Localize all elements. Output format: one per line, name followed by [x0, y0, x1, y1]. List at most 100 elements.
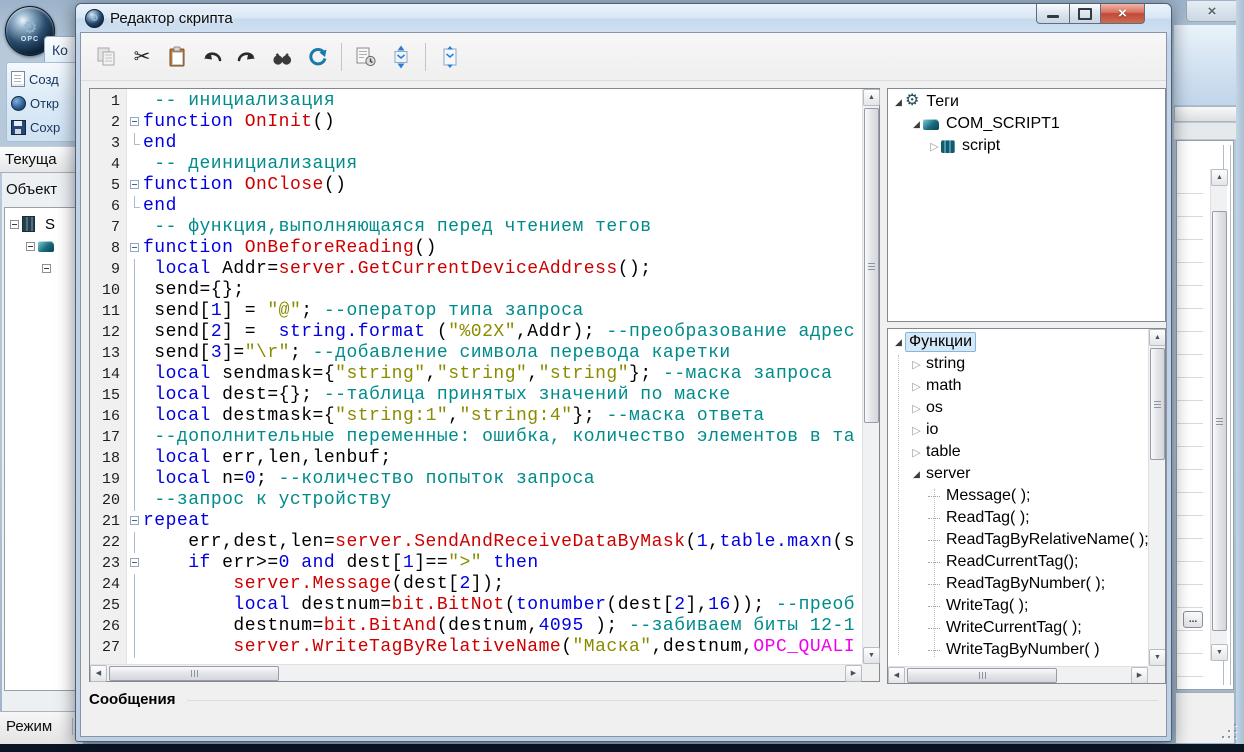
expander-open-icon[interactable]: ◢: [892, 337, 905, 348]
collapse-minus-icon[interactable]: [10, 220, 19, 229]
code-text[interactable]: --дополнительные переменные: ошибка, кол…: [143, 427, 862, 448]
scrollbar-thumb[interactable]: [1150, 348, 1165, 460]
code-line[interactable]: 2function OnInit(): [90, 112, 862, 133]
code-editor[interactable]: 1 -- инициализация2function OnInit()3end…: [89, 88, 880, 682]
code-text[interactable]: destnum=bit.BitAnd(destnum,4095 ); --заб…: [143, 616, 862, 637]
code-line[interactable]: 9 local Addr=server.GetCurrentDeviceAddr…: [90, 259, 862, 280]
code-text[interactable]: send[2] = string.format ("%02X",Addr); -…: [143, 322, 862, 343]
tree-item[interactable]: ◢⚙Теги: [888, 91, 1165, 113]
fold-marker[interactable]: [128, 553, 143, 574]
scrollbar-thumb[interactable]: [864, 108, 879, 423]
code-line[interactable]: 20 --запрос к устройству: [90, 490, 862, 511]
code-line[interactable]: 24 server.Message(dest[2]);: [90, 574, 862, 595]
code-text[interactable]: if err>=0 and dest[1]==">" then: [143, 553, 862, 574]
scrollbar-thumb[interactable]: [1212, 211, 1227, 631]
undo-button[interactable]: [198, 43, 226, 71]
tree-item[interactable]: ReadTagByNumber( );: [888, 573, 1148, 595]
code-text[interactable]: end: [143, 133, 862, 154]
code-line[interactable]: 6end: [90, 196, 862, 217]
tree-item[interactable]: ReadCurrentTag();: [888, 551, 1148, 573]
tree-item[interactable]: ▷os: [888, 397, 1148, 419]
expander-closed-icon[interactable]: ▷: [910, 402, 923, 415]
code-text[interactable]: send[3]="\r"; --добавление символа перев…: [143, 343, 862, 364]
objects-tree[interactable]: S: [4, 207, 83, 691]
code-line[interactable]: 18 local err,len,lenbuf;: [90, 448, 862, 469]
parent-close-button[interactable]: ×: [1186, 1, 1238, 22]
functions-horizontal-scrollbar[interactable]: ◀ ▶: [888, 666, 1148, 683]
tree-item[interactable]: WriteCurrentTag( );: [888, 617, 1148, 639]
tree-item[interactable]: S: [5, 213, 82, 235]
close-button[interactable]: ×: [1101, 4, 1145, 24]
paste-button[interactable]: [163, 43, 191, 71]
code-line[interactable]: 10 send={};: [90, 280, 862, 301]
redo-button[interactable]: [233, 43, 261, 71]
scroll-right-button[interactable]: ▶: [845, 665, 862, 682]
fold-marker[interactable]: [128, 511, 143, 532]
scroll-up-button[interactable]: ▲: [1149, 329, 1166, 346]
code-text[interactable]: send[1] = "@"; --оператор типа запроса: [143, 301, 862, 322]
fold-marker[interactable]: [128, 238, 143, 259]
code-line[interactable]: 12 send[2] = string.format ("%02X",Addr)…: [90, 322, 862, 343]
code-text[interactable]: local destmask={"string:1","string:4"}; …: [143, 406, 862, 427]
scroll-left-button[interactable]: ◀: [90, 665, 107, 682]
code-line[interactable]: 22 err,dest,len=server.SendAndReceiveDat…: [90, 532, 862, 553]
scroll-down-button[interactable]: ▼: [863, 647, 880, 664]
code-text[interactable]: function OnClose(): [143, 175, 862, 196]
functions-vertical-scrollbar[interactable]: ▲ ▼: [1148, 329, 1165, 666]
scroll-left-button[interactable]: ◀: [888, 667, 905, 684]
open-button[interactable]: Откр: [11, 91, 81, 115]
expander-closed-icon[interactable]: ▷: [910, 358, 923, 371]
property-grid-scrollbar[interactable]: ▲ ▼: [1210, 169, 1227, 661]
code-text[interactable]: -- инициализация: [143, 91, 862, 112]
fold-marker[interactable]: [128, 175, 143, 196]
save-button[interactable]: Сохр: [11, 115, 81, 139]
tree-item[interactable]: ▷script: [888, 135, 1165, 157]
expander-open-icon[interactable]: ◢: [892, 97, 905, 108]
tree-item[interactable]: ◢Функции: [888, 331, 1148, 353]
minimize-button[interactable]: [1036, 4, 1070, 24]
tree-item[interactable]: [5, 257, 82, 279]
code-line[interactable]: 21repeat: [90, 511, 862, 532]
code-text[interactable]: local err,len,lenbuf;: [143, 448, 862, 469]
scroll-down-button[interactable]: ▼: [1149, 649, 1166, 666]
code-text[interactable]: server.Message(dest[2]);: [143, 574, 862, 595]
tree-item[interactable]: ◢COM_SCRIPT1: [888, 113, 1165, 135]
code-line[interactable]: 5function OnClose(): [90, 175, 862, 196]
code-text[interactable]: -- деинициализация: [143, 154, 862, 175]
code-line[interactable]: 16 local destmask={"string:1","string:4"…: [90, 406, 862, 427]
tree-item[interactable]: ▷table: [888, 441, 1148, 463]
refresh-button[interactable]: [303, 43, 331, 71]
sync-vertical-button[interactable]: [387, 43, 415, 71]
title-bar[interactable]: ⚙ Редактор скрипта: [76, 4, 1171, 33]
expander-closed-icon[interactable]: ▷: [910, 446, 923, 459]
fit-vertical-button[interactable]: [436, 43, 464, 71]
code-text[interactable]: local dest={}; --таблица принятых значен…: [143, 385, 862, 406]
scroll-up-button[interactable]: ▲: [1211, 169, 1228, 186]
code-line[interactable]: 7 -- функция,выполняющаяся перед чтением…: [90, 217, 862, 238]
collapse-minus-icon[interactable]: [26, 242, 35, 251]
code-line[interactable]: 26 destnum=bit.BitAnd(destnum,4095 ); --…: [90, 616, 862, 637]
copy-button[interactable]: [93, 43, 121, 71]
scroll-up-button[interactable]: ▲: [863, 89, 880, 106]
resize-grip-icon[interactable]: [1222, 724, 1238, 740]
code-line[interactable]: 3end: [90, 133, 862, 154]
code-line[interactable]: 17 --дополнительные переменные: ошибка, …: [90, 427, 862, 448]
scroll-right-button[interactable]: ▶: [1131, 667, 1148, 684]
code-text[interactable]: local Addr=server.GetCurrentDeviceAddres…: [143, 259, 862, 280]
collapse-minus-icon[interactable]: [42, 264, 51, 273]
expander-closed-icon[interactable]: ▷: [910, 380, 923, 393]
editor-vertical-scrollbar[interactable]: ▲ ▼: [862, 89, 879, 664]
code-area[interactable]: 1 -- инициализация2function OnInit()3end…: [90, 91, 862, 664]
code-line[interactable]: 25 local destnum=bit.BitNot(tonumber(des…: [90, 595, 862, 616]
code-text[interactable]: -- функция,выполняющаяся перед чтением т…: [143, 217, 862, 238]
tree-item[interactable]: [5, 235, 82, 257]
code-text[interactable]: function OnInit(): [143, 112, 862, 133]
code-text[interactable]: server.WriteTagByRelativeName("Маска",de…: [143, 637, 862, 658]
more-button[interactable]: ...: [1183, 611, 1203, 628]
code-line[interactable]: 11 send[1] = "@"; --оператор типа запрос…: [90, 301, 862, 322]
tree-item[interactable]: WriteTag( );: [888, 595, 1148, 617]
check-script-button[interactable]: [352, 43, 380, 71]
code-text[interactable]: local n=0; --количество попыток запроса: [143, 469, 862, 490]
functions-tree[interactable]: ◢Функции▷string▷math▷os▷io▷table◢serverM…: [888, 331, 1148, 666]
code-line[interactable]: 15 local dest={}; --таблица принятых зна…: [90, 385, 862, 406]
